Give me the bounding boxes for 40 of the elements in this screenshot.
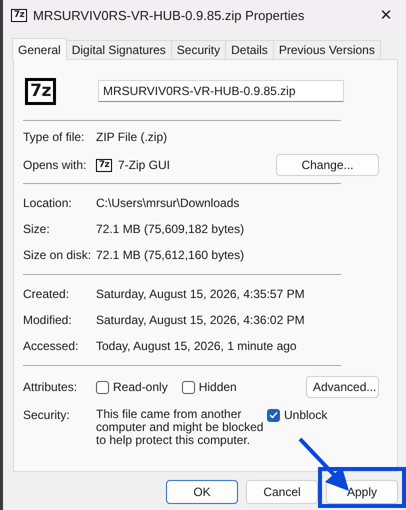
field-label: Location:: [23, 196, 73, 210]
field-value: Saturday, August 15, 2026, 4:36:02 PM: [96, 313, 305, 327]
file-name-field[interactable]: MRSURVIV0RS-VR-HUB-0.9.85.zip: [98, 80, 344, 102]
dialog-button[interactable]: Apply: [326, 480, 398, 504]
field-label: Security:: [23, 408, 71, 422]
tab[interactable]: Digital Signatures: [66, 40, 172, 59]
change-button[interactable]: Change...: [276, 154, 379, 176]
field-value: C:\Users\mrsur\Downloads: [96, 196, 240, 210]
field-label: Created:: [23, 287, 70, 301]
dialog-button[interactable]: OK: [166, 480, 238, 504]
tab[interactable]: General: [12, 38, 67, 60]
checkbox[interactable]: [182, 380, 195, 394]
field-value: 72.1 MB (75,609,182 bytes): [96, 222, 244, 236]
file-type-logo: 7z: [25, 78, 56, 104]
tab[interactable]: Previous Versions: [272, 40, 381, 59]
checkbox[interactable]: [267, 408, 280, 422]
field-label: Modified:: [23, 313, 73, 327]
checkbox-label: Hidden: [198, 380, 237, 394]
field-value: Saturday, August 15, 2026, 4:35:57 PM: [96, 287, 305, 301]
app-logo: 7z: [11, 8, 27, 22]
advanced-button[interactable]: Advanced...: [306, 376, 379, 398]
field-label: Size:: [23, 222, 51, 236]
close-button[interactable]: ✕: [366, 0, 406, 30]
checkbox-label: Unblock: [284, 408, 328, 422]
field-value: ZIP File (.zip): [96, 130, 168, 144]
field-label: Attributes:: [23, 380, 78, 394]
checkbox[interactable]: [96, 380, 109, 394]
field-value: 7-Zip GUI: [118, 158, 172, 172]
field-value: Today, August 15, 2026, 1 minute ago: [96, 339, 297, 353]
field-label: Type of file:: [23, 130, 86, 144]
checkbox-label: Read-only: [113, 380, 168, 394]
dialog-button[interactable]: Cancel: [246, 480, 318, 504]
field-value: 72.1 MB (75,612,160 bytes): [96, 248, 244, 262]
app-logo: 7z: [96, 158, 112, 172]
security-warning: This file came from another computer and might be blocked to help protect this computer.: [96, 408, 264, 447]
field-label: Opens with:: [23, 158, 88, 172]
field-label: Size on disk:: [23, 248, 92, 262]
tab[interactable]: Security: [170, 40, 226, 59]
window-title: MRSURVIV0RS-VR-HUB-0.9.85.zip Properties: [33, 8, 306, 22]
field-label: Accessed:: [23, 339, 80, 353]
